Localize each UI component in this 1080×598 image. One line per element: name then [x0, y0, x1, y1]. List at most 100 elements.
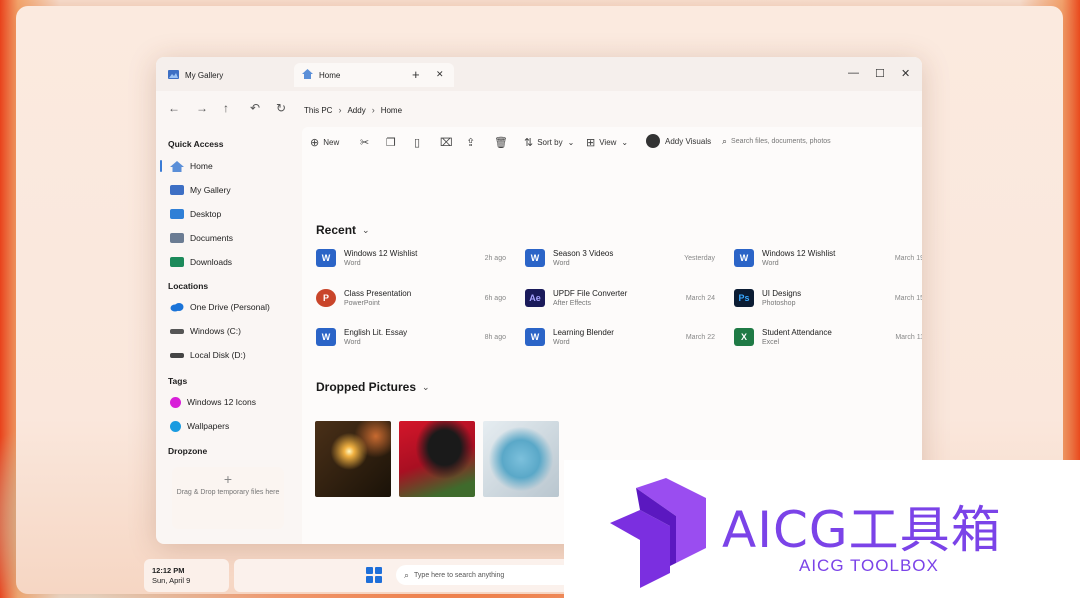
word-file-icon: W: [525, 328, 545, 346]
sidebar-item-desktop[interactable]: Desktop: [170, 205, 221, 223]
tab-home[interactable]: Home: [294, 63, 454, 87]
cut-icon[interactable]: ✂: [360, 136, 373, 149]
file-time: March 11: [895, 333, 922, 341]
sparkler-photo[interactable]: [315, 421, 391, 497]
dropzone-text: Drag & Drop temporary files here: [176, 489, 280, 496]
refresh-icon[interactable]: ↻: [276, 101, 286, 115]
sidebar-item-windows-c[interactable]: Windows (C:): [170, 322, 241, 340]
sidebar-item-wallpapers[interactable]: Wallpapers: [170, 417, 229, 435]
sidebar-item-label: Desktop: [190, 209, 222, 219]
sidebar-item-label: My Gallery: [190, 185, 231, 195]
red-car-dog-photo[interactable]: [399, 421, 475, 497]
breadcrumb-item[interactable]: Home: [381, 106, 402, 115]
dropped-title-text: Dropped Pictures: [316, 380, 417, 394]
gallery-icon: [168, 69, 179, 81]
sidebar-item-onedrive[interactable]: One Drive (Personal): [170, 298, 270, 316]
file-type: Word: [344, 260, 361, 267]
recent-file-item[interactable]: W Windows 12 Wishlist Word March 19: [734, 244, 922, 272]
dropped-pictures-title[interactable]: Dropped Pictures ⌄: [316, 380, 430, 394]
file-name: Windows 12 Wishlist: [344, 249, 418, 258]
file-time: March 24: [685, 294, 715, 302]
new-tab-button[interactable]: +: [412, 67, 420, 82]
file-time: 8h ago: [484, 333, 506, 341]
user-name: Addy Visuals: [665, 136, 712, 146]
clock-date: Sun, April 9: [152, 576, 191, 585]
sidebar-heading-tags: Tags: [168, 376, 188, 386]
chevron-down-icon: ⌄: [621, 138, 629, 147]
search-icon: ⌕: [722, 136, 728, 146]
chevron-down-icon: ⌄: [567, 138, 575, 147]
taskbar-search-input[interactable]: ⌕ Type here to search anything: [396, 565, 574, 585]
gallery-icon: [170, 185, 184, 195]
word-file-icon: W: [316, 328, 336, 346]
breadcrumb-item[interactable]: Addy: [347, 106, 365, 115]
title-bar: My Gallery Home + ✕ — ☐ ✕: [156, 57, 922, 91]
plus-circle-icon: ⊕: [310, 137, 320, 149]
taskbar-clock[interactable]: 12:12 PM Sun, April 9: [144, 559, 229, 592]
copy-icon[interactable]: ❐: [386, 136, 400, 149]
sidebar-item-label: Local Disk (D:): [190, 350, 246, 360]
recent-file-item[interactable]: W Season 3 Videos Word Yesterday: [525, 244, 715, 272]
rename-icon[interactable]: ⌧: [440, 136, 457, 149]
search-input[interactable]: ⌕ Search files, documents, photos: [722, 136, 831, 147]
tag-dot-icon: [170, 396, 181, 408]
delete-icon[interactable]: 🗑: [494, 136, 512, 149]
file-time: 6h ago: [484, 294, 506, 302]
recent-file-item[interactable]: X Student Attendance Excel March 11: [734, 323, 922, 351]
sort-button[interactable]: ⇅ Sort by ⌄: [524, 136, 574, 149]
close-tab-icon[interactable]: ✕: [436, 69, 444, 80]
recent-file-item[interactable]: W English Lit. Essay Word 8h ago: [316, 323, 506, 351]
sidebar-item-downloads[interactable]: Downloads: [170, 253, 232, 271]
recent-file-item[interactable]: Ae UPDF File Converter After Effects March …: [525, 284, 715, 312]
plus-icon: +: [223, 471, 233, 487]
undo-icon[interactable]: ↶: [250, 101, 260, 115]
tab-label: Home: [319, 70, 341, 80]
paste-icon[interactable]: ▯: [414, 136, 424, 149]
sidebar-item-windows-12-icons[interactable]: Windows 12 Icons: [170, 393, 256, 411]
file-time: March 22: [685, 333, 715, 341]
user-account[interactable]: Addy Visuals: [646, 134, 711, 148]
breadcrumb: This PC › Addy › Home: [304, 105, 402, 115]
windows-start-icon[interactable]: [366, 567, 382, 583]
sort-icon: ⇅: [524, 137, 534, 149]
new-button[interactable]: ⊕ New: [310, 136, 339, 149]
sidebar-item-label: One Drive (Personal): [190, 302, 270, 312]
chevron-right-icon: ›: [338, 105, 342, 115]
minimize-icon[interactable]: —: [848, 67, 859, 79]
recent-file-item[interactable]: W Windows 12 Wishlist Word 2h ago: [316, 244, 506, 272]
sidebar-item-label: Windows 12 Icons: [187, 397, 256, 407]
face-mask-photo[interactable]: [483, 421, 559, 497]
recent-file-item[interactable]: P Class Presentation PowerPoint 6h ago: [316, 284, 506, 312]
chevron-right-icon: ›: [371, 105, 375, 115]
dropzone-area[interactable]: + Drag & Drop temporary files here: [172, 467, 284, 529]
aicg-logo-icon: [610, 478, 706, 588]
share-icon[interactable]: ⇪: [466, 136, 479, 149]
maximize-icon[interactable]: ☐: [875, 67, 885, 80]
watermark-subtitle: AICG TOOLBOX: [799, 556, 939, 575]
sidebar-heading-dropzone: Dropzone: [168, 446, 208, 456]
sidebar-item-label: Windows (C:): [190, 326, 242, 336]
command-bar: ⊕ New ✂ ❐ ▯ ⌧ ⇪ 🗑 ⇅ Sort by ⌄ ⊞ View ⌄ A…: [302, 131, 922, 153]
navigation-bar: ← → ↑ ↶ ↻ This PC › Addy › Home: [156, 95, 922, 123]
sidebar-item-local-disk-d[interactable]: Local Disk (D:): [170, 346, 246, 364]
tab-my-gallery[interactable]: My Gallery: [168, 63, 300, 87]
file-name: Class Presentation: [344, 289, 412, 298]
grid-view-icon: ⊞: [586, 137, 596, 149]
recent-section-title[interactable]: Recent ⌄: [316, 223, 370, 237]
watermark-title: AICG工具箱: [722, 501, 1002, 559]
sidebar-item-home[interactable]: Home: [170, 157, 213, 175]
tag-dot-icon: [170, 420, 181, 432]
recent-file-item[interactable]: Ps UI Designs Photoshop March 15: [734, 284, 922, 312]
recent-file-item[interactable]: W Learning Blender Word March 22: [525, 323, 715, 351]
close-window-icon[interactable]: ✕: [901, 67, 910, 80]
sidebar-item-label: Home: [190, 161, 213, 171]
up-arrow-icon[interactable]: ↑: [223, 101, 229, 115]
sidebar-item-documents[interactable]: Documents: [170, 229, 233, 247]
breadcrumb-item[interactable]: This PC: [304, 106, 332, 115]
back-arrow-icon[interactable]: ←: [168, 101, 180, 115]
forward-arrow-icon[interactable]: →: [196, 101, 208, 115]
sidebar-item-my-gallery[interactable]: My Gallery: [170, 181, 231, 199]
view-button[interactable]: ⊞ View ⌄: [586, 136, 628, 149]
file-time: March 19: [894, 254, 922, 262]
search-icon: ⌕: [404, 569, 410, 580]
